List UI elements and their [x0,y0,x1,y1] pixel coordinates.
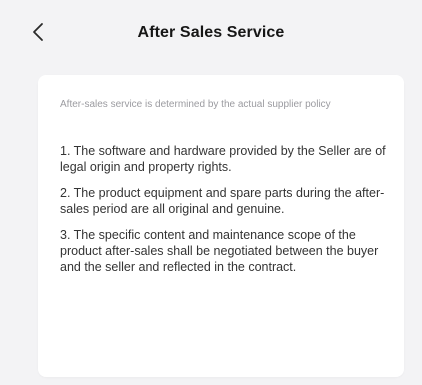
term-item: 2. The product equipment and spare parts… [60,186,385,216]
header: After Sales Service [0,0,422,72]
terms-list: 1. The software and hardware provided by… [60,143,386,275]
policy-note: After-sales service is determined by the… [60,99,331,110]
after-sales-card: After-sales service is determined by the… [38,75,404,377]
page-title: After Sales Service [137,24,285,41]
term-item: 1. The software and hardware provided by… [60,144,386,174]
term-item: 3. The specific content and maintenance … [60,228,379,274]
